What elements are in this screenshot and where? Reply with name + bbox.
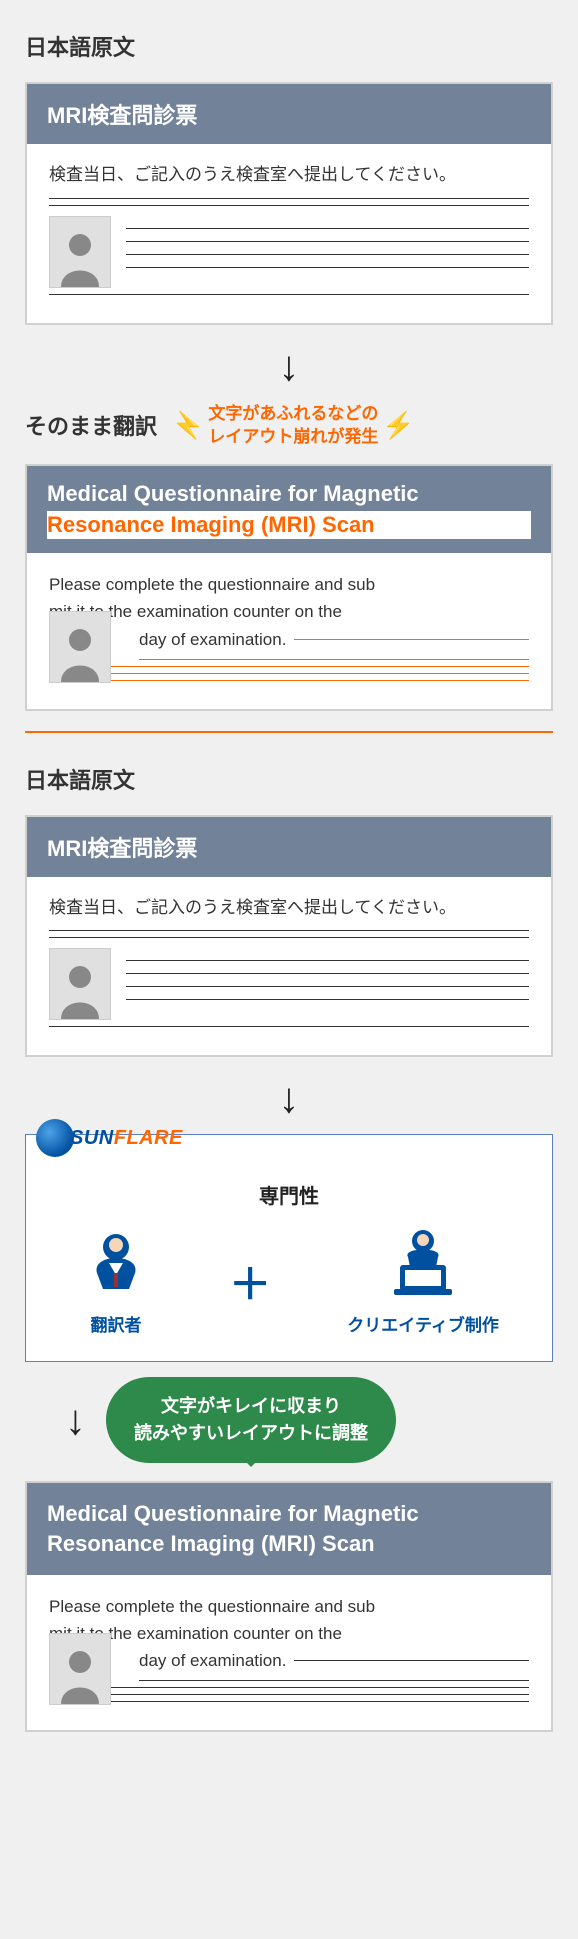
logo-sun: SUN [70,1127,114,1149]
card-original-jp-1: MRI検査問診票 検査当日、ご記入のうえ検査室へ提出してください。 [25,82,553,325]
form-line [126,986,529,987]
warning-line-2: レイアウト崩れが発生 [208,427,378,446]
card-good-translation: Medical Questionnaire for Magnetic Reson… [25,1481,553,1732]
photo-placeholder-icon [49,611,111,683]
expertise-label: 専門性 [46,1180,532,1209]
card-header: MRI検査問診票 [27,817,551,877]
translator-label: 翻訳者 [79,1311,153,1336]
form-line-broken [49,680,529,681]
form-line [126,960,529,961]
photo-placeholder-icon [49,216,111,288]
result-bubble: 文字がキレイに収まり 読みやすいレイアウトに調整 [106,1377,396,1463]
card-header-good: Medical Questionnaire for Magnetic Reson… [27,1483,551,1574]
form-line [126,241,529,242]
form-line [49,1687,529,1688]
photo-placeholder-icon [49,948,111,1020]
card-header-overflow: Medical Questionnaire for Magnetic Reson… [27,466,551,553]
body-line-3: day of examination. [139,626,286,653]
creative-icon [386,1227,460,1301]
bubble-line-2: 読みやすいレイアウトに調整 [134,1423,368,1443]
photo-placeholder-icon [49,1633,111,1705]
translator-icon [79,1227,153,1301]
overflow-divider [25,731,553,733]
card-instruction-text: 検査当日、ご記入のうえ検査室へ提出してください。 [49,895,529,921]
header-line-2: Resonance Imaging (MRI) Scan [47,1531,375,1556]
form-line-broken [294,639,529,640]
form-line [49,205,529,206]
card-header: MRI検査問診票 [27,84,551,144]
body-line-2: mit it to the examination counter on the [49,598,529,625]
form-line [126,254,529,255]
form-line-broken [139,659,529,660]
form-line [49,937,529,938]
sunflare-logo: SUNFLARE [36,1119,183,1157]
form-line [126,999,529,1000]
header-line-1: Medical Questionnaire for Magnetic [47,481,419,506]
arrow-down-icon: ↓ [25,1396,86,1444]
warning-line-1: 文字があふれるなどの [208,404,378,423]
form-line [49,1701,529,1702]
body-line-1: Please complete the questionnaire and su… [49,1593,529,1620]
form-line [49,930,529,931]
form-line [49,294,529,295]
bubble-line-1: 文字がキレイに収まり [161,1396,341,1416]
logo-flare: FLARE [114,1127,183,1149]
form-line-broken [49,666,529,667]
body-line-3: day of examination. [139,1647,286,1674]
header-line-1: Medical Questionnaire for Magnetic [47,1501,419,1526]
plus-icon: ＋ [229,1251,271,1312]
card-original-jp-2: MRI検査問診票 検査当日、ご記入のうえ検査室へ提出してください。 [25,815,553,1058]
form-line [294,1660,529,1661]
form-line [126,267,529,268]
form-line [49,1694,529,1695]
lightning-icon: ⚡ [382,410,414,441]
form-line-broken [49,673,529,674]
body-line-2: mit it to the examination counter on the [49,1620,529,1647]
card-instruction-text: 検査当日、ご記入のうえ検査室へ提出してください。 [49,162,529,188]
form-line [139,1680,529,1681]
card-broken-translation: Medical Questionnaire for Magnetic Reson… [25,464,553,711]
creative-label: クリエイティブ制作 [347,1311,499,1336]
form-line [49,1026,529,1027]
sunflare-burst-icon [36,1119,74,1157]
section-title-original-2: 日本語原文 [25,763,553,795]
header-overflow-line: Resonance Imaging (MRI) Scan [47,511,531,540]
form-line [49,198,529,199]
arrow-down-icon: ↓ [25,1077,553,1119]
body-line-1: Please complete the questionnaire and su… [49,571,529,598]
arrow-down-icon: ↓ [25,345,553,387]
sunflare-process-box: SUNFLARE 専門性 翻訳者 ＋ クリエイティブ制作 [25,1134,553,1362]
layout-break-warning: ⚡ 文字があふれるなどの レイアウト崩れが発生 ⚡ [172,402,415,450]
direct-translation-label: そのまま翻訳 [25,409,157,441]
section-title-original-1: 日本語原文 [25,30,553,62]
form-line [126,228,529,229]
lightning-icon: ⚡ [172,410,204,441]
form-line [126,973,529,974]
